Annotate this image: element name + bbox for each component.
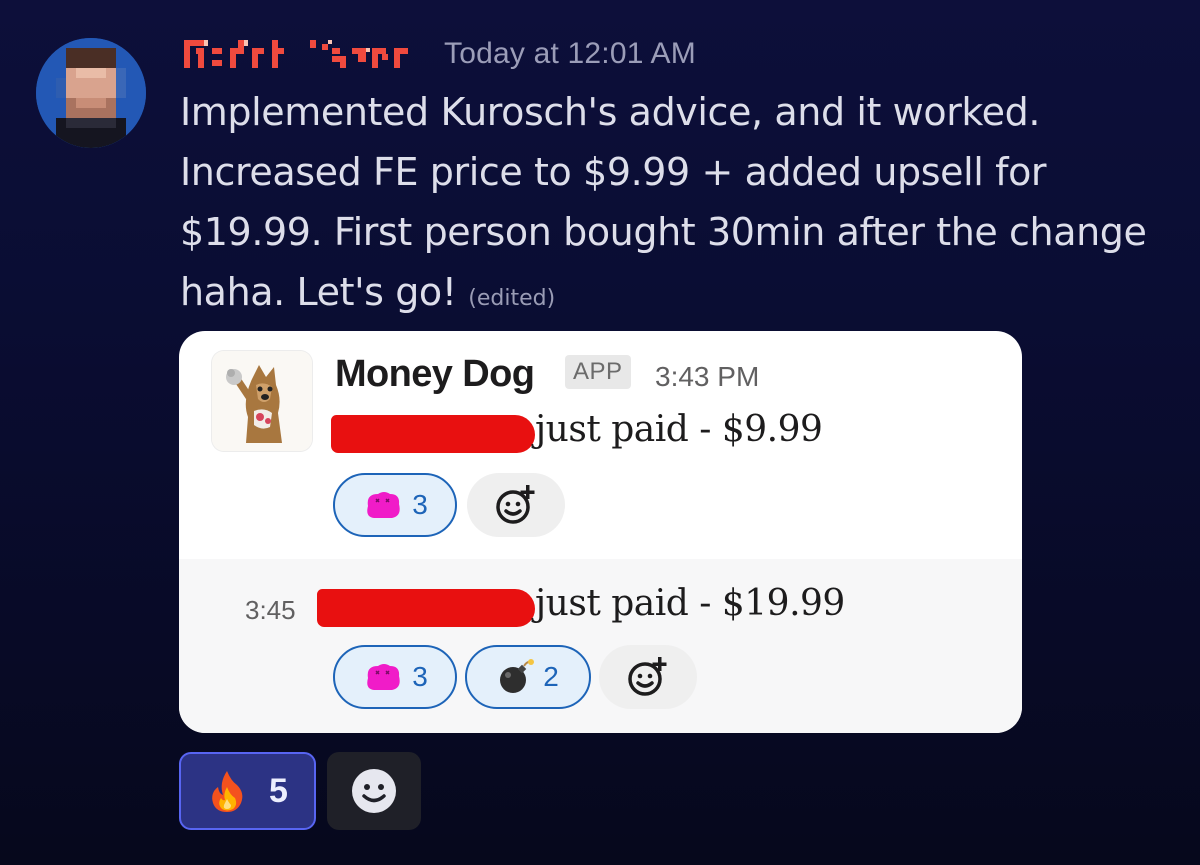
message-line: haha. Let's go! (edited) xyxy=(180,262,1170,329)
payment-text: just paid - $9.99 xyxy=(535,409,823,450)
reaction-count: 2 xyxy=(543,661,559,692)
slack-reaction[interactable]: 3 xyxy=(333,645,457,709)
message-line: $19.99. First person bought 30min after … xyxy=(180,210,1147,254)
message-hover-time[interactable]: 3:45 xyxy=(245,595,296,626)
slack-message-time: 3:43 PM xyxy=(655,361,760,392)
slack-screenshot-attachment[interactable]: Money Dog APP 3:43 PM just paid - $9.99 … xyxy=(179,331,1022,733)
bomb-icon xyxy=(500,659,535,693)
fire-reaction-button[interactable]: 5 xyxy=(179,752,316,830)
user-avatar[interactable] xyxy=(36,38,146,148)
redacted-name xyxy=(331,415,535,453)
slack-add-reaction-button[interactable] xyxy=(467,473,565,537)
reaction-count: 3 xyxy=(412,661,428,692)
smiley-add-icon xyxy=(352,769,396,813)
reaction-count: 5 xyxy=(269,771,288,810)
message-line: Implemented Kurosch's advice, and it wor… xyxy=(180,90,1041,134)
message-line-text: haha. Let's go! xyxy=(180,270,457,314)
fire-icon xyxy=(212,771,243,812)
add-reaction-button[interactable] xyxy=(327,752,421,830)
message-content: Implemented Kurosch's advice, and it wor… xyxy=(180,82,1170,329)
payment-text: just paid - $19.99 xyxy=(535,583,845,624)
edited-label: (edited) xyxy=(468,286,556,311)
slack-reaction[interactable]: 2 xyxy=(465,645,591,709)
pink-blob-icon xyxy=(367,664,400,690)
slack-bot-name: Money Dog xyxy=(335,353,535,395)
money-dog-avatar xyxy=(212,351,312,451)
add-reaction-icon xyxy=(628,657,667,696)
redacted-name xyxy=(317,589,535,627)
add-reaction-icon xyxy=(496,485,535,524)
slack-reaction[interactable]: 3 xyxy=(333,473,457,537)
message-header: Today at 12:01 AM xyxy=(182,34,696,74)
pink-blob-icon xyxy=(367,492,400,518)
author-name-pixelated[interactable] xyxy=(182,34,428,74)
message-timestamp[interactable]: Today at 12:01 AM xyxy=(444,37,696,71)
slack-add-reaction-button[interactable] xyxy=(599,645,697,709)
message-line: Increased FE price to $9.99 + added upse… xyxy=(180,150,1047,194)
reaction-count: 3 xyxy=(412,489,428,520)
app-badge: APP xyxy=(565,355,631,389)
